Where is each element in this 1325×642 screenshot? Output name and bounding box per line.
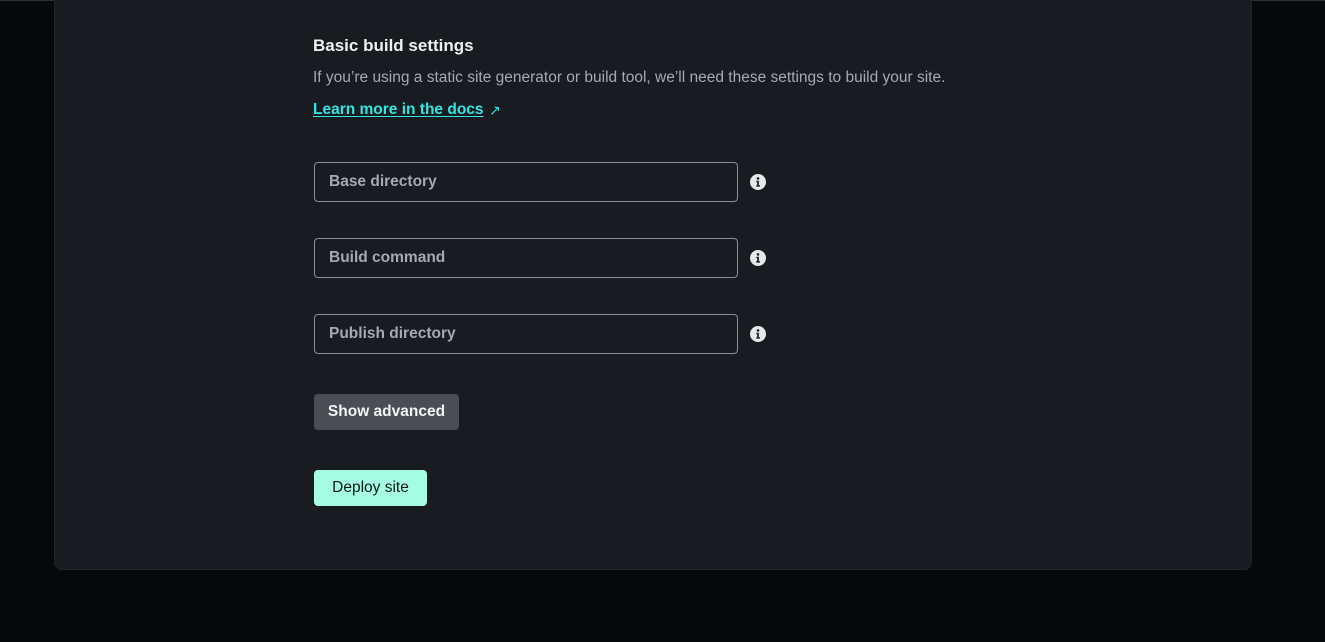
section-description: If you’re using a static site generator … — [313, 69, 946, 86]
publish-directory-info-icon[interactable] — [750, 326, 766, 342]
build-command-info-icon[interactable] — [750, 250, 766, 266]
build-command-input[interactable] — [314, 238, 738, 278]
show-advanced-button[interactable]: Show advanced — [314, 394, 459, 430]
base-directory-info-icon[interactable] — [750, 174, 766, 190]
publish-directory-input[interactable] — [314, 314, 738, 354]
section-heading: Basic build settings — [313, 36, 474, 55]
external-link-arrow-icon: ↗ — [489, 102, 501, 118]
deploy-site-button[interactable]: Deploy site — [314, 470, 427, 506]
learn-more-docs-link[interactable]: Learn more in the docs — [313, 101, 484, 119]
base-directory-input[interactable] — [314, 162, 738, 202]
